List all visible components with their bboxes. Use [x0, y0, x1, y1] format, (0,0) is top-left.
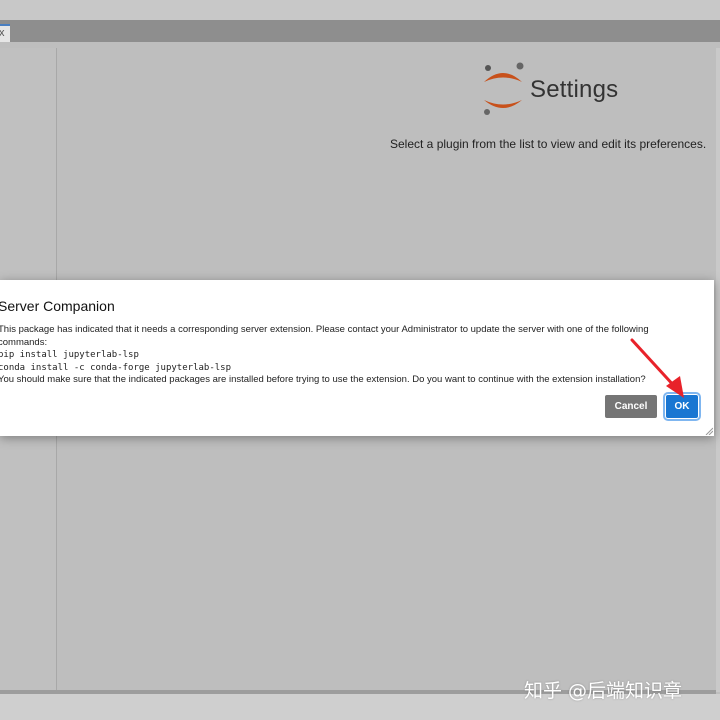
settings-title: Settings — [530, 76, 619, 103]
cancel-button[interactable]: Cancel — [605, 395, 657, 418]
resize-grip-icon[interactable] — [705, 427, 713, 435]
dialog-title: Server Companion — [0, 298, 115, 314]
conda-command: conda install -c conda-forge jupyterlab-… — [0, 362, 231, 373]
jupyter-logo-icon — [484, 62, 524, 115]
top-strip — [0, 0, 720, 20]
tab-settings[interactable]: x — [0, 24, 10, 42]
server-companion-dialog: Server Companion This package has indica… — [0, 280, 714, 436]
dialog-text-line: You should make sure that the indicated … — [0, 374, 646, 385]
pip-command: pip install jupyterlab-lsp — [0, 350, 139, 360]
settings-subtitle: Select a plugin from the list to view an… — [390, 137, 707, 151]
right-edge — [716, 48, 720, 692]
dialog-text-line: This package has indicated that it needs… — [0, 324, 649, 335]
tab-bar — [0, 20, 720, 42]
watermark: 知乎 @后端知识章 — [524, 680, 683, 702]
dialog-text-line: commands: — [0, 336, 48, 348]
tab-label: x — [0, 26, 5, 41]
ok-button[interactable]: OK — [663, 392, 701, 421]
dialog-body: This package has indicated that it needs… — [0, 324, 698, 387]
